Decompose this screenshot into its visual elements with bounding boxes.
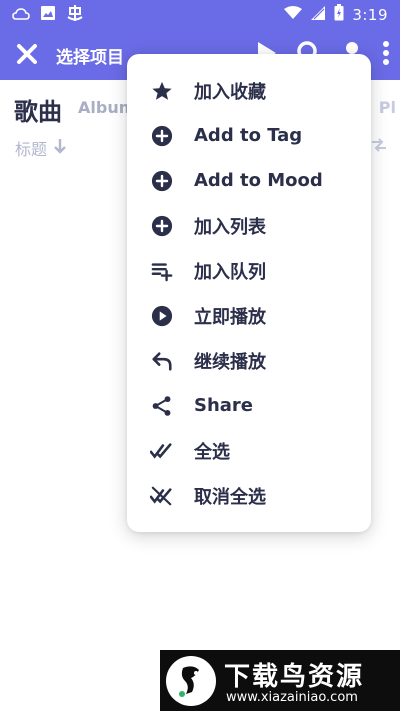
- star-icon: [149, 78, 175, 104]
- close-icon[interactable]: [14, 41, 40, 67]
- menu-item-label: 加入队列: [194, 261, 266, 283]
- menu-item-deselect-all[interactable]: 取消全选: [127, 473, 371, 518]
- reply-icon: [149, 348, 175, 374]
- selection-actions-menu: 加入收藏 Add to Tag Add to Mood 加入列表 加入队列 立即…: [127, 54, 371, 532]
- menu-item-add-favorite[interactable]: 加入收藏: [127, 68, 371, 113]
- status-bar: 3:19: [0, 0, 400, 28]
- menu-item-share[interactable]: Share: [127, 383, 371, 428]
- shuffle-icon[interactable]: [370, 136, 388, 158]
- tab-songs[interactable]: 歌曲: [14, 92, 62, 127]
- arrow-down-icon: [53, 138, 67, 158]
- play-circle-icon: [149, 303, 175, 329]
- menu-item-add-to-mood[interactable]: Add to Mood: [127, 158, 371, 203]
- more-vertical-icon[interactable]: [382, 40, 390, 70]
- sort-label: 标题: [15, 140, 48, 159]
- logo-icon: [166, 656, 216, 706]
- watermark-banner: 下载鸟资源 www.xiazainiao.com: [160, 650, 400, 711]
- deselect-all-icon: [149, 483, 175, 509]
- tab-playlists[interactable]: Pl: [379, 98, 396, 117]
- signal-icon: [310, 5, 326, 25]
- bug-icon: [66, 4, 84, 26]
- plus-circle-icon: [149, 123, 175, 149]
- queue-add-icon: [149, 258, 175, 284]
- menu-item-label: 加入收藏: [194, 81, 266, 103]
- cloud-icon: [12, 6, 30, 25]
- wifi-icon: [284, 5, 303, 24]
- plus-circle-icon: [149, 168, 175, 194]
- menu-item-play-now[interactable]: 立即播放: [127, 293, 371, 338]
- share-icon: [149, 393, 175, 419]
- toolbar-title: 选择项目: [56, 48, 124, 68]
- menu-item-select-all[interactable]: 全选: [127, 428, 371, 473]
- menu-item-add-to-playlist[interactable]: 加入列表: [127, 203, 371, 248]
- menu-item-label: 继续播放: [194, 351, 266, 373]
- menu-item-label: 加入列表: [194, 216, 266, 238]
- sort-control[interactable]: 标题: [15, 136, 67, 160]
- image-icon: [40, 5, 56, 25]
- menu-item-add-to-tag[interactable]: Add to Tag: [127, 113, 371, 158]
- watermark-url: www.xiazainiao.com: [226, 690, 358, 705]
- menu-item-add-to-queue[interactable]: 加入队列: [127, 248, 371, 293]
- menu-item-label: 全选: [194, 441, 230, 463]
- double-check-icon: [149, 438, 175, 464]
- clock-time: 3:19: [352, 5, 388, 24]
- menu-item-label: Add to Mood: [194, 170, 323, 191]
- menu-item-label: Share: [194, 395, 254, 416]
- watermark-title: 下载鸟资源: [224, 662, 365, 692]
- menu-item-label: 立即播放: [194, 306, 266, 328]
- battery-icon: [334, 4, 344, 25]
- plus-circle-icon: [149, 213, 175, 239]
- menu-item-label: Add to Tag: [194, 125, 303, 146]
- menu-item-continue-play[interactable]: 继续播放: [127, 338, 371, 383]
- menu-item-label: 取消全选: [194, 486, 266, 508]
